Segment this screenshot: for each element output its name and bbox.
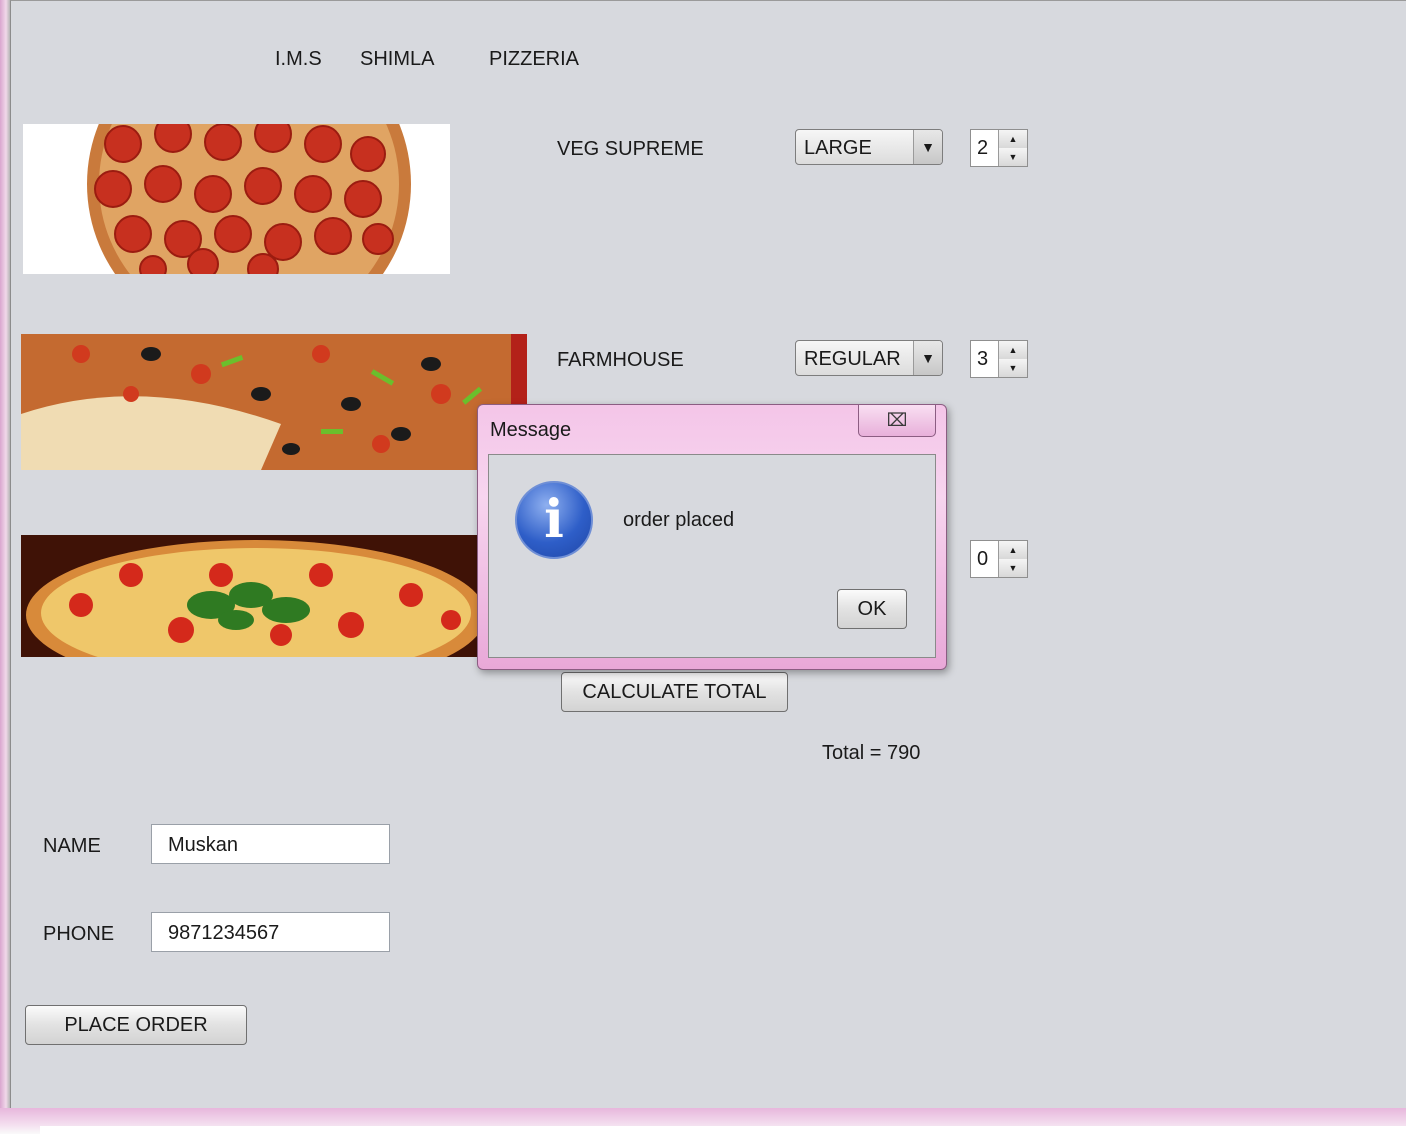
quantity-spinner-third[interactable]: 0 ▲ ▼ xyxy=(970,540,1028,578)
dropdown-arrow-icon[interactable]: ▼ xyxy=(913,130,942,164)
dialog-body: i order placed OK xyxy=(488,454,936,658)
message-dialog: Message ⌧ i order placed OK xyxy=(477,404,947,670)
quantity-spinner-veg-supreme[interactable]: 2 ▲ ▼ xyxy=(970,129,1028,167)
quantity-spinner-farmhouse[interactable]: 3 ▲ ▼ xyxy=(970,340,1028,378)
name-label: NAME xyxy=(43,835,101,857)
spinner-down-icon[interactable]: ▼ xyxy=(999,148,1027,166)
quantity-value: 3 xyxy=(977,348,989,370)
ok-button[interactable]: OK xyxy=(837,589,907,629)
spinner-down-icon[interactable]: ▼ xyxy=(999,359,1027,377)
item-name-farmhouse: FARMHOUSE xyxy=(557,349,684,371)
spinner-down-icon[interactable]: ▼ xyxy=(999,559,1027,577)
spinner-up-icon[interactable]: ▲ xyxy=(999,541,1027,560)
information-glyph: i xyxy=(544,489,564,550)
dialog-message: order placed xyxy=(623,509,735,531)
size-combo-veg-supreme[interactable]: LARGE ▼ xyxy=(795,129,943,165)
information-icon: i xyxy=(515,481,593,559)
phone-label: PHONE xyxy=(43,923,115,945)
close-icon[interactable]: ⌧ xyxy=(858,405,936,437)
name-field[interactable]: Muskan xyxy=(151,824,390,864)
spinner-buttons: ▲ ▼ xyxy=(998,541,1027,577)
spinner-buttons: ▲ ▼ xyxy=(998,130,1027,166)
phone-field[interactable]: 9871234567 xyxy=(151,912,390,952)
item-name-veg-supreme: VEG SUPREME xyxy=(557,138,704,160)
header-pizzeria: PIZZERIA xyxy=(489,48,580,70)
size-combo-value: LARGE xyxy=(804,137,872,159)
dropdown-arrow-icon[interactable]: ▼ xyxy=(913,341,942,375)
dialog-title: Message xyxy=(490,419,572,441)
size-combo-farmhouse[interactable]: REGULAR ▼ xyxy=(795,340,943,376)
header-shimla: SHIMLA xyxy=(360,48,435,70)
spinner-up-icon[interactable]: ▲ xyxy=(999,341,1027,360)
window-frame-left xyxy=(0,0,10,1134)
taskbar-strip xyxy=(40,1126,1406,1134)
phone-field-value: 9871234567 xyxy=(168,922,280,944)
quantity-value: 0 xyxy=(977,548,989,570)
spinner-up-icon[interactable]: ▲ xyxy=(999,130,1027,149)
quantity-value: 2 xyxy=(977,137,989,159)
pizza-image-veg-supreme xyxy=(23,124,450,274)
name-field-value: Muskan xyxy=(168,834,239,856)
header-ims: I.M.S xyxy=(275,48,322,70)
pizza-image-farmhouse xyxy=(21,334,527,470)
pizza-image-third xyxy=(21,535,485,657)
spinner-buttons: ▲ ▼ xyxy=(998,341,1027,377)
size-combo-value: REGULAR xyxy=(804,348,901,370)
place-order-button[interactable]: PLACE ORDER xyxy=(25,1005,247,1045)
calculate-total-button[interactable]: CALCULATE TOTAL xyxy=(561,672,788,712)
total-label: Total = 790 xyxy=(822,742,921,764)
